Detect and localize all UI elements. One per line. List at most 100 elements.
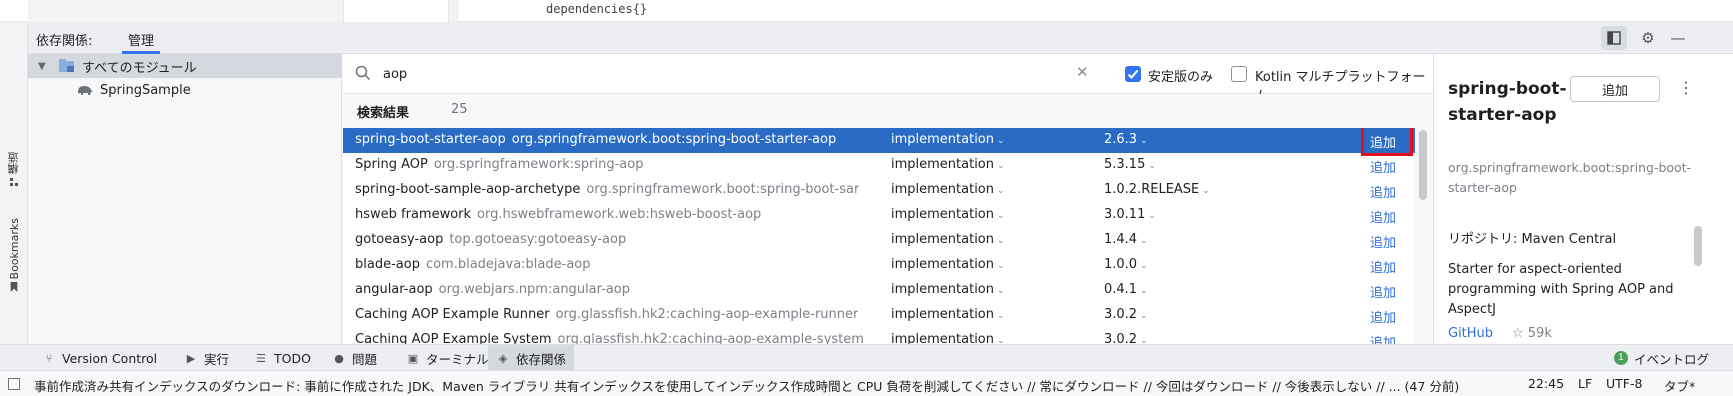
ide-window: dependencies{} 構造 Bookmarks 依存関係: 管理 ⚙ —… [0,0,1733,396]
clear-search-icon[interactable]: ✕ [1076,63,1089,81]
version-dropdown[interactable]: 1.0.2.RELEASE ⌄ [1104,182,1210,197]
status-message[interactable]: 事前作成済み共有インデックスのダウンロード: 事前に作成された JDK、Mave… [34,376,1514,395]
scope-dropdown[interactable]: implementation ⌄ [891,207,1005,222]
settings-button[interactable]: ⚙ [1635,26,1661,50]
chevron-down-icon: ⌄ [997,261,1005,271]
status-encoding[interactable]: UTF-8 [1606,376,1642,391]
add-dependency-link[interactable]: 追加 [1370,332,1396,344]
editor-gutter-right [448,0,458,22]
tool-problems[interactable]: ● 問題 [324,345,385,371]
kotlin-multiplatform-checkbox[interactable] [1231,66,1247,82]
result-row[interactable]: spring-boot-starter-aop org.springframewo… [343,128,1415,156]
version-dropdown[interactable]: 3.0.2 ⌄ [1104,307,1148,322]
elephant-icon [78,86,93,95]
version-dropdown[interactable]: 0.4.1 ⌄ [1104,282,1148,297]
version-dropdown[interactable]: 5.3.15 ⌄ [1104,157,1156,172]
version-dropdown[interactable]: 2.6.3 ⌄ [1104,132,1148,147]
scope-dropdown[interactable]: implementation ⌄ [891,132,1005,147]
chevron-down-icon: ⌄ [1140,336,1148,344]
detail-add-button[interactable]: 追加 [1570,76,1660,102]
minimize-button[interactable]: — [1665,26,1691,50]
result-row[interactable]: blade-aop com.bladejava:blade-aop implemen… [343,253,1415,278]
version-dropdown[interactable]: 3.0.2 ⌄ [1104,332,1148,344]
stable-only-checkbox[interactable] [1125,66,1141,82]
add-dependency-link[interactable]: 追加 [1370,207,1396,226]
result-row[interactable]: Caching AOP Example System org.glassfish.… [343,328,1415,344]
artifact-coordinate: top.gotoeasy:gotoeasy-aop [449,232,627,247]
add-dependency-link[interactable]: 追加 [1370,182,1396,201]
scope-dropdown[interactable]: implementation ⌄ [891,307,1005,322]
add-dependency-link[interactable]: 追加 [1370,282,1396,301]
results-scrollbar[interactable] [1415,128,1433,344]
add-dependency-link[interactable]: 追加 [1370,307,1396,326]
scope-value: implementation [891,207,995,222]
search-input[interactable] [383,64,1063,84]
artifact-name: Spring AOP [355,157,428,172]
result-name: spring-boot-starter-aop org.springframewo… [355,132,836,147]
tool-label: Version Control [62,350,158,366]
artifact-coordinate: org.springframework.boot:spring-boot-sar [586,182,860,197]
tree-item-springsample[interactable]: SpringSample [28,78,342,102]
result-row[interactable]: Spring AOP org.springframework:spring-aop… [343,153,1415,178]
detail-title: spring-boot-starter-aop [1448,79,1567,125]
tool-dependencies[interactable]: ◈ 依存関係 [488,345,575,371]
detail-repository: リポジトリ: Maven Central [1448,232,1617,247]
tool-version-control[interactable]: ⑂ Version Control [34,345,165,371]
version-value: 1.0.2.RELEASE [1104,182,1200,197]
detail-description: Starter for aspect-oriented programming … [1448,262,1674,317]
scope-value: implementation [891,257,995,272]
artifact-coordinate: org.webjars.npm:angular-aop [438,282,631,297]
tree-item-all-modules[interactable]: ▼ すべてのモジュール [28,54,342,78]
add-dependency-link[interactable]: 追加 [1370,157,1396,176]
scope-dropdown[interactable]: implementation ⌄ [891,182,1005,197]
add-dependency-link[interactable]: 追加 [1370,232,1396,251]
result-name: hsweb framework org.hswebframework.web:hs… [355,207,761,222]
module-tree: ▼ すべてのモジュール SpringSample [28,54,342,344]
scope-value: implementation [891,307,995,322]
tool-event-log[interactable]: 1 イベントログ [1606,345,1717,371]
tree-item-label: SpringSample [100,82,191,98]
panel-toggle-icon[interactable] [8,378,20,390]
layout-toggle-button[interactable] [1601,26,1627,50]
search-icon [355,65,371,81]
scope-dropdown[interactable]: implementation ⌄ [891,232,1005,247]
status-indent[interactable]: タブ* [1664,376,1695,395]
add-dependency-link[interactable]: 追加 [1370,257,1396,276]
more-options-icon[interactable]: ⋮ [1678,76,1694,100]
tab-manage[interactable]: 管理 [122,30,161,54]
chevron-down-icon: ⌄ [1148,211,1156,221]
scope-dropdown[interactable]: implementation ⌄ [891,332,1005,344]
version-dropdown[interactable]: 1.0.0 ⌄ [1104,257,1148,272]
artifact-coordinate: org.glassfish.hk2:caching-aop-example-ru… [555,307,859,322]
editor-code-line: dependencies{} [546,2,648,16]
scrollbar-thumb[interactable] [1419,130,1427,200]
chevron-down-icon[interactable]: ▼ [38,61,52,72]
bookmarks-tab[interactable]: Bookmarks [4,218,24,293]
status-line-separator[interactable]: LF [1578,376,1592,391]
detail-scrollbar[interactable] [1694,226,1702,266]
chevron-down-icon: ⌄ [997,236,1005,246]
result-row[interactable]: angular-aop org.webjars.npm:angular-aop im… [343,278,1415,303]
version-dropdown[interactable]: 3.0.11 ⌄ [1104,207,1156,222]
tool-run[interactable]: ▶ 実行 [176,345,237,371]
chevron-down-icon: ⌄ [1202,186,1210,196]
github-link[interactable]: GitHub [1448,326,1493,341]
result-name: Spring AOP org.springframework:spring-aop [355,157,643,172]
tool-label: ターミナル [426,351,489,367]
scope-dropdown[interactable]: implementation ⌄ [891,282,1005,297]
status-time[interactable]: 22:45 [1528,376,1564,391]
scope-dropdown[interactable]: implementation ⌄ [891,157,1005,172]
tool-window-title: 依存関係: [36,34,93,49]
result-row[interactable]: spring-boot-sample-aop-archetype org.spri… [343,178,1415,203]
result-row[interactable]: hsweb framework org.hswebframework.web:hs… [343,203,1415,228]
tool-todo[interactable]: ☰ TODO [246,345,319,371]
minus-icon: — [1670,29,1686,47]
scope-dropdown[interactable]: implementation ⌄ [891,257,1005,272]
tool-terminal[interactable]: ▣ ターミナル [398,345,497,371]
structure-tab[interactable]: 構造 [4,152,24,187]
bottom-tool-bar: ⑂ Version Control ▶ 実行 ☰ TODO ● 問題 ▣ ターミナル ◈ 依… [0,344,1733,371]
result-row[interactable]: gotoeasy-aop top.gotoeasy:gotoeasy-aop imp… [343,228,1415,253]
version-dropdown[interactable]: 1.4.4 ⌄ [1104,232,1148,247]
result-row[interactable]: Caching AOP Example Runner org.glassfish.… [343,303,1415,328]
detail-panel: spring-boot-starter-aop 追加 ⋮ org.springf… [1433,54,1733,344]
